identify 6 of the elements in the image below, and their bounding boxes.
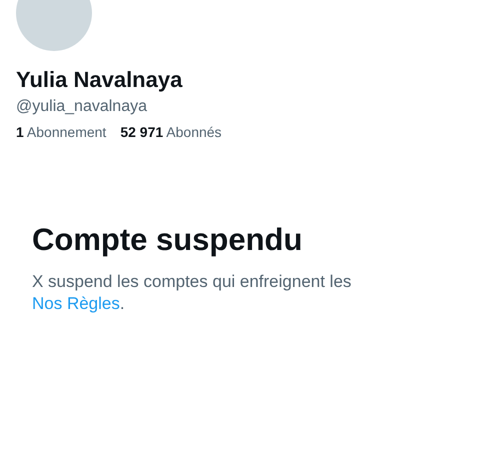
stat-link[interactable]: 52 971 Abonnés xyxy=(120,123,222,141)
profile-handle: @yulia_navalnaya xyxy=(16,97,148,117)
suspended-heading: Compte suspendu xyxy=(32,221,304,259)
stat-link[interactable]: 1 Abonnement xyxy=(16,123,106,141)
suspension-message: X suspend les comptes qui enfreignent les Nos Règles. xyxy=(32,271,352,315)
profile-name: Yulia Navalnaya xyxy=(16,66,184,94)
